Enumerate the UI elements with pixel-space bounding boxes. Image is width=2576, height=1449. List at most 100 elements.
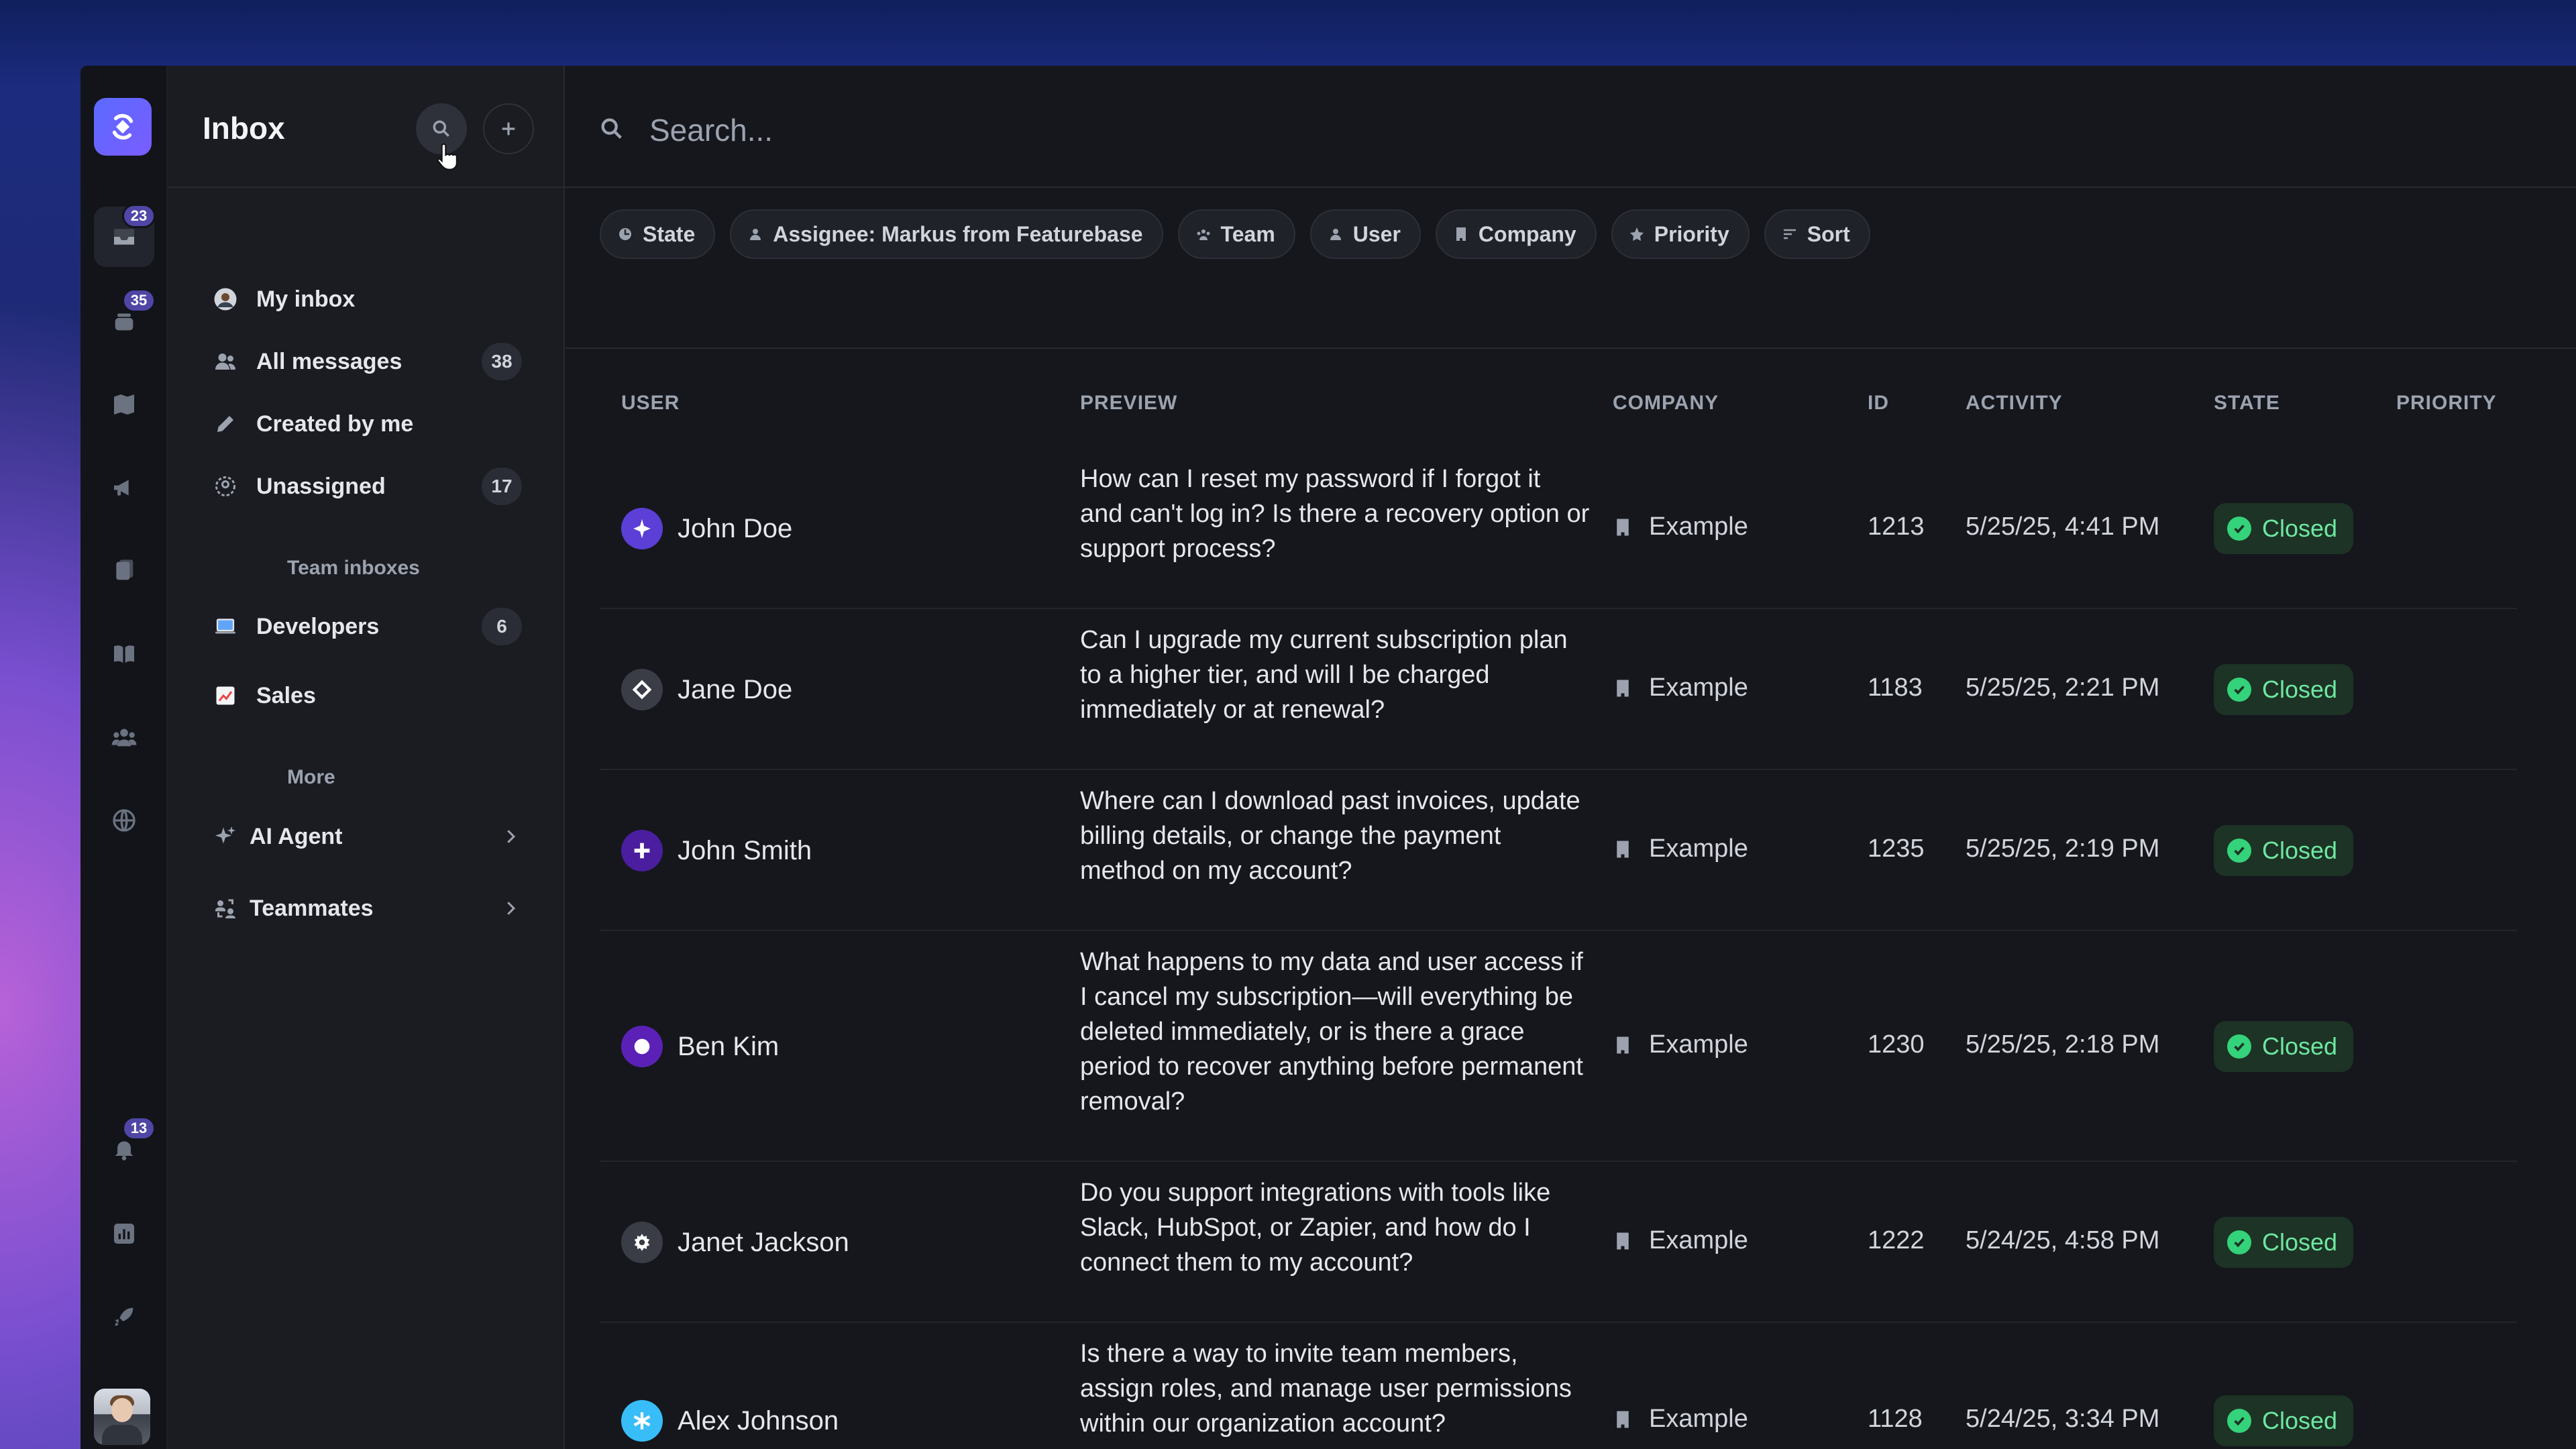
person-icon: [750, 229, 761, 240]
table-row[interactable]: Ben Kim What happens to my data and user…: [600, 931, 2517, 1162]
rail-roadmap[interactable]: [94, 374, 154, 435]
filter-team[interactable]: Team: [1177, 209, 1295, 259]
sidebar-item-label: Unassigned: [256, 473, 386, 499]
state-icon: [619, 228, 631, 240]
star-icon: [1629, 227, 1644, 241]
rail-users[interactable]: [94, 707, 154, 767]
rail-launch[interactable]: [94, 1287, 154, 1347]
column-header-company[interactable]: COMPANY: [1613, 392, 1719, 415]
filter-label: Team: [1220, 221, 1275, 246]
people-icon: [212, 348, 239, 375]
messages-count-badge: 35: [122, 288, 156, 313]
rail-help-center[interactable]: [94, 624, 154, 684]
sidebar-item-created-by-me[interactable]: Created by me: [197, 397, 535, 451]
column-header-priority[interactable]: PRIORITY: [2396, 392, 2497, 415]
status-badge: Closed: [2214, 1395, 2354, 1446]
table-row[interactable]: John Doe How can I reset my password if …: [600, 448, 2517, 609]
conversation-id: 1213: [1868, 513, 1925, 541]
user-dashed-icon: [212, 473, 239, 500]
user-name: Alex Johnson: [678, 1405, 839, 1436]
activity-time: 5/25/25, 2:21 PM: [1966, 674, 2160, 702]
column-header-user[interactable]: USER: [621, 392, 680, 415]
sidebar-item-developers[interactable]: Developers 6: [197, 600, 535, 653]
table-row[interactable]: John Smith Where can I download past inv…: [600, 770, 2517, 931]
sidebar-item-unassigned[interactable]: Unassigned 17: [197, 460, 535, 513]
rail-inbox[interactable]: 23: [94, 204, 156, 267]
user-cell: Janet Jackson: [621, 1222, 849, 1263]
rail-messages[interactable]: 35: [94, 288, 156, 352]
sidebar-item-label: Created by me: [256, 411, 414, 437]
filter-state[interactable]: State: [600, 209, 716, 259]
filter-company[interactable]: Company: [1435, 209, 1597, 259]
rail-notifications[interactable]: 13: [94, 1116, 156, 1179]
building-icon: [1617, 1411, 1629, 1428]
book-icon: [114, 645, 134, 663]
company-name: Example: [1649, 1030, 1748, 1059]
column-header-state[interactable]: STATE: [2214, 392, 2280, 415]
company-name: Example: [1649, 674, 1748, 702]
teammates-icon: [212, 895, 239, 922]
app-logo[interactable]: [94, 98, 152, 156]
inbox-sidebar: Inbox My inbox All messages 38 Created b…: [168, 66, 565, 1449]
chevron-right-icon: [507, 902, 516, 915]
globe-icon: [113, 809, 136, 832]
map-icon: [114, 394, 134, 415]
conversation-id: 1222: [1868, 1226, 1925, 1254]
company-cell: Example: [1613, 674, 1748, 702]
sparkles-icon: [212, 823, 239, 850]
filter-label: State: [643, 221, 696, 246]
user-cell: John Smith: [621, 830, 812, 871]
filter-label: Priority: [1654, 221, 1729, 246]
sidebar-item-all-messages[interactable]: All messages 38: [197, 335, 535, 388]
filter-label: Sort: [1807, 221, 1850, 246]
user-cell: John Doe: [621, 508, 792, 549]
sidebar-item-sales[interactable]: Sales: [197, 669, 535, 722]
team-icon: [1197, 229, 1210, 240]
divider: [565, 347, 2576, 349]
filter-bar: State Assignee: Markus from Featurebase …: [600, 209, 1870, 259]
filter-priority[interactable]: Priority: [1611, 209, 1750, 259]
check-circle-icon: [2227, 839, 2251, 863]
sidebar-header: Inbox: [168, 66, 564, 188]
sidebar-item-label: All messages: [256, 348, 402, 374]
status-label: Closed: [2262, 1228, 2338, 1256]
table-row[interactable]: Jane Doe Can I upgrade my current subscr…: [600, 609, 2517, 770]
chevron-right-icon: [507, 830, 516, 843]
status-label: Closed: [2262, 676, 2338, 703]
person-icon: [1330, 229, 1341, 240]
filter-user[interactable]: User: [1309, 209, 1421, 259]
user-name: Janet Jackson: [678, 1227, 849, 1257]
table-row[interactable]: Alex Johnson Is there a way to invite te…: [600, 1323, 2517, 1449]
sidebar-item-label: Teammates: [250, 895, 374, 921]
logo-icon: [112, 113, 133, 140]
sidebar-item-ai-agent[interactable]: AI Agent: [197, 810, 535, 863]
user-avatar[interactable]: [94, 1389, 150, 1445]
sidebar-item-label: My inbox: [256, 286, 356, 312]
rail-announcements[interactable]: [94, 458, 154, 518]
rail-analytics[interactable]: [94, 1203, 154, 1264]
column-header-id[interactable]: ID: [1868, 392, 1889, 415]
sidebar-item-label: Developers: [256, 613, 380, 639]
status-badge: Closed: [2214, 1021, 2354, 1072]
sidebar-item-label: AI Agent: [250, 823, 343, 849]
chart-icon: [114, 1224, 134, 1244]
filter-assignee[interactable]: Assignee: Markus from Featurebase: [730, 209, 1163, 259]
status-label: Closed: [2262, 1407, 2338, 1434]
table-row[interactable]: Janet Jackson Do you support integration…: [600, 1162, 2517, 1323]
company-name: Example: [1649, 1226, 1748, 1254]
company-cell: Example: [1613, 513, 1748, 541]
sidebar-item-my-inbox[interactable]: My inbox: [197, 272, 535, 326]
sort-button[interactable]: Sort: [1764, 209, 1870, 259]
rail-docs[interactable]: [94, 541, 154, 601]
gear-icon: [621, 1222, 663, 1263]
check-circle-icon: [2227, 1230, 2251, 1254]
filter-label: Assignee: Markus from Featurebase: [773, 221, 1143, 246]
sidebar-item-teammates[interactable]: Teammates: [197, 881, 535, 935]
new-conversation-button[interactable]: [483, 103, 534, 154]
rail-web[interactable]: [94, 790, 154, 851]
column-header-activity[interactable]: ACTIVITY: [1966, 392, 2063, 415]
search-input[interactable]: [649, 105, 2259, 156]
building-icon: [1617, 1232, 1629, 1249]
column-header-preview[interactable]: PREVIEW: [1080, 392, 1177, 415]
company-name: Example: [1649, 1405, 1748, 1433]
